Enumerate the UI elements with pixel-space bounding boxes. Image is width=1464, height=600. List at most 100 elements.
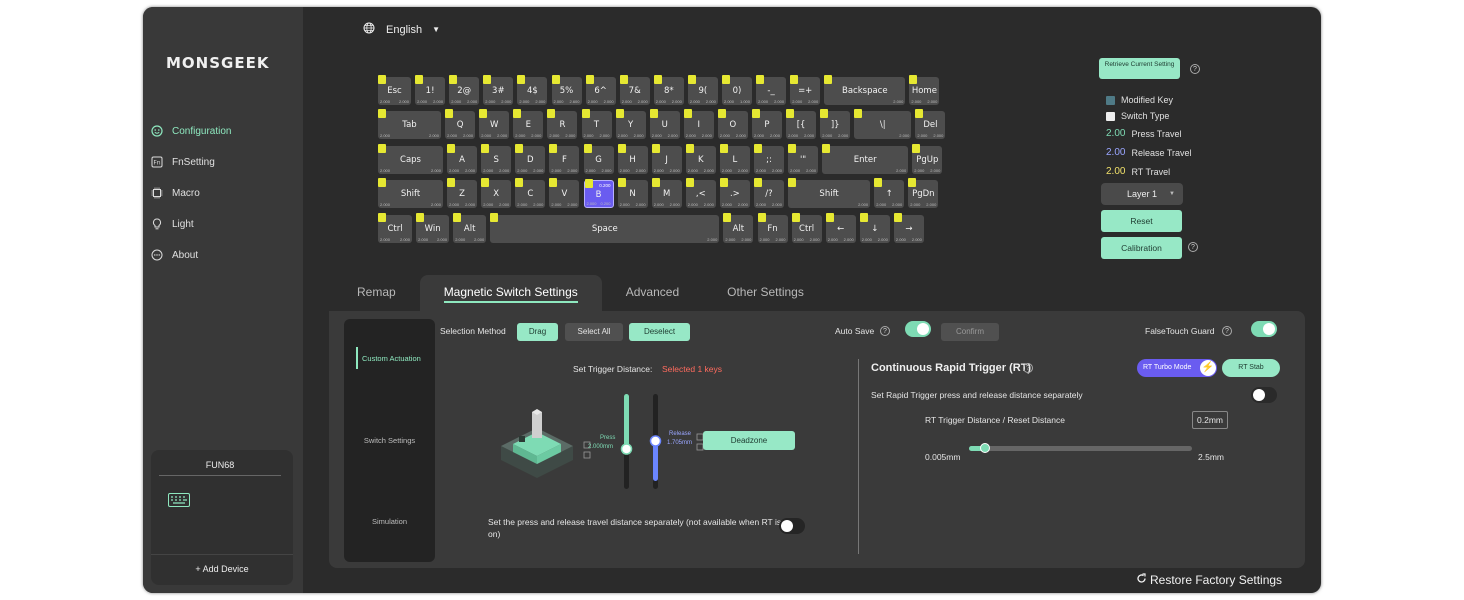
key[interactable]: Esc 2.000 2.000 [378, 75, 411, 105]
key[interactable]: O 2.000 2.000 [717, 109, 748, 139]
key[interactable]: M 2.000 2.000 [651, 178, 682, 208]
tab-advanced[interactable]: Advanced [602, 275, 703, 311]
key[interactable]: \| 2.000 [854, 109, 912, 139]
key[interactable]: I 2.000 2.000 [683, 109, 714, 139]
key[interactable]: 1! 2.000 2.000 [415, 75, 446, 105]
rt-separate-toggle[interactable] [1251, 387, 1277, 403]
key[interactable]: ]} 2.000 2.000 [820, 109, 851, 139]
key[interactable]: Shift 2.000 2.000 [378, 178, 443, 208]
key[interactable]: ↑ 2.000 2.000 [874, 178, 905, 208]
key[interactable]: PgUp 2.000 2.000 [912, 144, 943, 174]
key[interactable]: N 2.000 2.000 [617, 178, 648, 208]
key[interactable]: 6^ 2.000 2.000 [585, 75, 616, 105]
key[interactable]: 5% 2.000 2.600 [551, 75, 582, 105]
key[interactable]: T 2.000 2.000 [581, 109, 612, 139]
key[interactable]: F 2.000 2.000 [549, 144, 580, 174]
help-icon[interactable]: ? [1023, 363, 1033, 373]
key[interactable]: A 2.000 2.000 [447, 144, 478, 174]
rt-turbo-mode-button[interactable]: RT Turbo Mode ⚡ [1137, 359, 1217, 377]
key[interactable]: ,< 2.000 2.000 [685, 178, 716, 208]
key[interactable]: K 2.000 2.000 [685, 144, 716, 174]
key[interactable]: /? 2.000 2.000 [754, 178, 784, 208]
sidebar-item-light[interactable]: Light [151, 212, 301, 236]
drag-button[interactable]: Drag [517, 323, 558, 341]
key[interactable]: → 2.000 2.000 [893, 213, 924, 243]
key[interactable]: Tab 2.000 2.000 [378, 109, 441, 139]
sidebar-item-fnsetting[interactable]: Fn FnSetting [151, 150, 301, 174]
key[interactable]: J 2.000 2.000 [651, 144, 682, 174]
help-icon[interactable]: ? [1222, 326, 1232, 336]
subnav-switch-settings[interactable]: Switch Settings [344, 436, 435, 445]
sidebar-item-about[interactable]: About [151, 243, 301, 267]
rt-stab-button[interactable]: RT Stab [1222, 359, 1280, 377]
device-card[interactable]: FUN68 + Add Device [151, 450, 293, 585]
key[interactable]: -_ 2.000 2.000 [756, 75, 787, 105]
layer-select[interactable]: Layer 1 ▼ [1101, 183, 1183, 205]
key[interactable]: Alt 2.000 2.000 [453, 213, 487, 243]
key[interactable]: 0) 2.000 1.000 [722, 75, 752, 105]
key[interactable]: Q 2.000 2.000 [445, 109, 476, 139]
help-icon[interactable]: ? [880, 326, 890, 336]
tab-other-settings[interactable]: Other Settings [703, 275, 828, 311]
key[interactable]: X 2.000 2.000 [481, 178, 512, 208]
help-icon[interactable]: ? [1190, 64, 1200, 74]
rt-distance-slider[interactable] [969, 443, 1192, 453]
key[interactable]: 3# 2.000 2.000 [483, 75, 514, 105]
key[interactable]: V 2.000 2.000 [549, 178, 580, 208]
key[interactable]: ← 2.000 2.000 [825, 213, 856, 243]
press-slider[interactable] [582, 389, 642, 494]
key[interactable]: Del 2.000 2.000 [915, 109, 946, 139]
select-all-button[interactable]: Select All [565, 323, 623, 341]
key[interactable]: Ctrl 2.000 2.000 [791, 213, 822, 243]
key[interactable]: Home 2.000 2.000 [909, 75, 940, 105]
key[interactable]: ↓ 2.000 2.000 [859, 213, 890, 243]
key[interactable]: C 2.000 2.000 [515, 178, 546, 208]
key[interactable]: Alt 2.000 2.000 [723, 213, 754, 243]
retrieve-current-setting-button[interactable]: Retrieve Current Setting [1099, 58, 1180, 79]
key[interactable]: H 2.000 2.000 [617, 144, 648, 174]
key[interactable]: R 2.000 2.000 [547, 109, 578, 139]
key[interactable]: .> 2.000 2.000 [719, 178, 750, 208]
subnav-custom-actuation[interactable]: Custom Actuation [344, 354, 435, 363]
restore-factory-settings-button[interactable]: Restore Factory Settings [1136, 573, 1282, 587]
key[interactable]: Y 2.000 2.000 [615, 109, 646, 139]
language-selector[interactable]: English ▼ [363, 22, 440, 37]
key[interactable]: Z 2.000 2.000 [447, 178, 478, 208]
rt-slider-knob[interactable] [980, 443, 990, 453]
calibration-button[interactable]: Calibration [1101, 237, 1182, 259]
key[interactable]: L 2.000 2.000 [719, 144, 750, 174]
key[interactable]: Shift 2.000 [788, 178, 871, 208]
key[interactable]: 4$ 2.000 2.000 [517, 75, 548, 105]
add-device-button[interactable]: + Add Device [151, 564, 293, 574]
key[interactable]: Space 2.000 [490, 213, 720, 243]
confirm-button[interactable]: Confirm [941, 323, 999, 341]
key[interactable]: P 2.000 2.000 [752, 109, 782, 139]
key[interactable]: [{2.000 2.000 [786, 109, 817, 139]
key[interactable]: E 2.000 2.000 [513, 109, 544, 139]
sidebar-item-macro[interactable]: Macro [151, 181, 301, 205]
key[interactable]: 9(2.000 2.000 [687, 75, 718, 105]
key[interactable]: B 2.000 0.200 0.200 [583, 179, 614, 208]
tab-magnetic-switch-settings[interactable]: Magnetic Switch Settings [419, 275, 602, 311]
sidebar-item-configuration[interactable]: Configuration [151, 119, 301, 143]
reset-button[interactable]: Reset [1101, 210, 1182, 232]
key[interactable]: W 2.000 2.000 [479, 109, 510, 139]
rt-distance-input[interactable]: 0.2mm [1192, 411, 1228, 429]
key[interactable]: G 2.000 2.000 [583, 144, 614, 174]
key[interactable]: Enter 2.000 [822, 144, 909, 174]
key[interactable]: =+ 2.000 2.000 [790, 75, 821, 105]
key[interactable]: '" 2.000 2.000 [788, 144, 819, 174]
deadzone-button[interactable]: Deadzone [703, 431, 795, 450]
key[interactable]: Caps 2.000 2.000 [378, 144, 443, 174]
key[interactable]: D 2.000 2.000 [515, 144, 546, 174]
tab-remap[interactable]: Remap [333, 275, 420, 311]
key[interactable]: 7& 2.000 2.000 [619, 75, 650, 105]
deselect-button[interactable]: Deselect [629, 323, 690, 341]
key[interactable]: U 2.000 2.000 [649, 109, 680, 139]
separate-travel-toggle[interactable] [779, 518, 805, 534]
key[interactable]: Win 2.000 2.000 [416, 213, 450, 243]
key[interactable]: 8* 2.000 2.000 [653, 75, 684, 105]
auto-save-toggle[interactable] [905, 321, 931, 337]
false-touch-guard-toggle[interactable] [1251, 321, 1277, 337]
key[interactable]: Ctrl 2.000 2.000 [378, 213, 412, 243]
